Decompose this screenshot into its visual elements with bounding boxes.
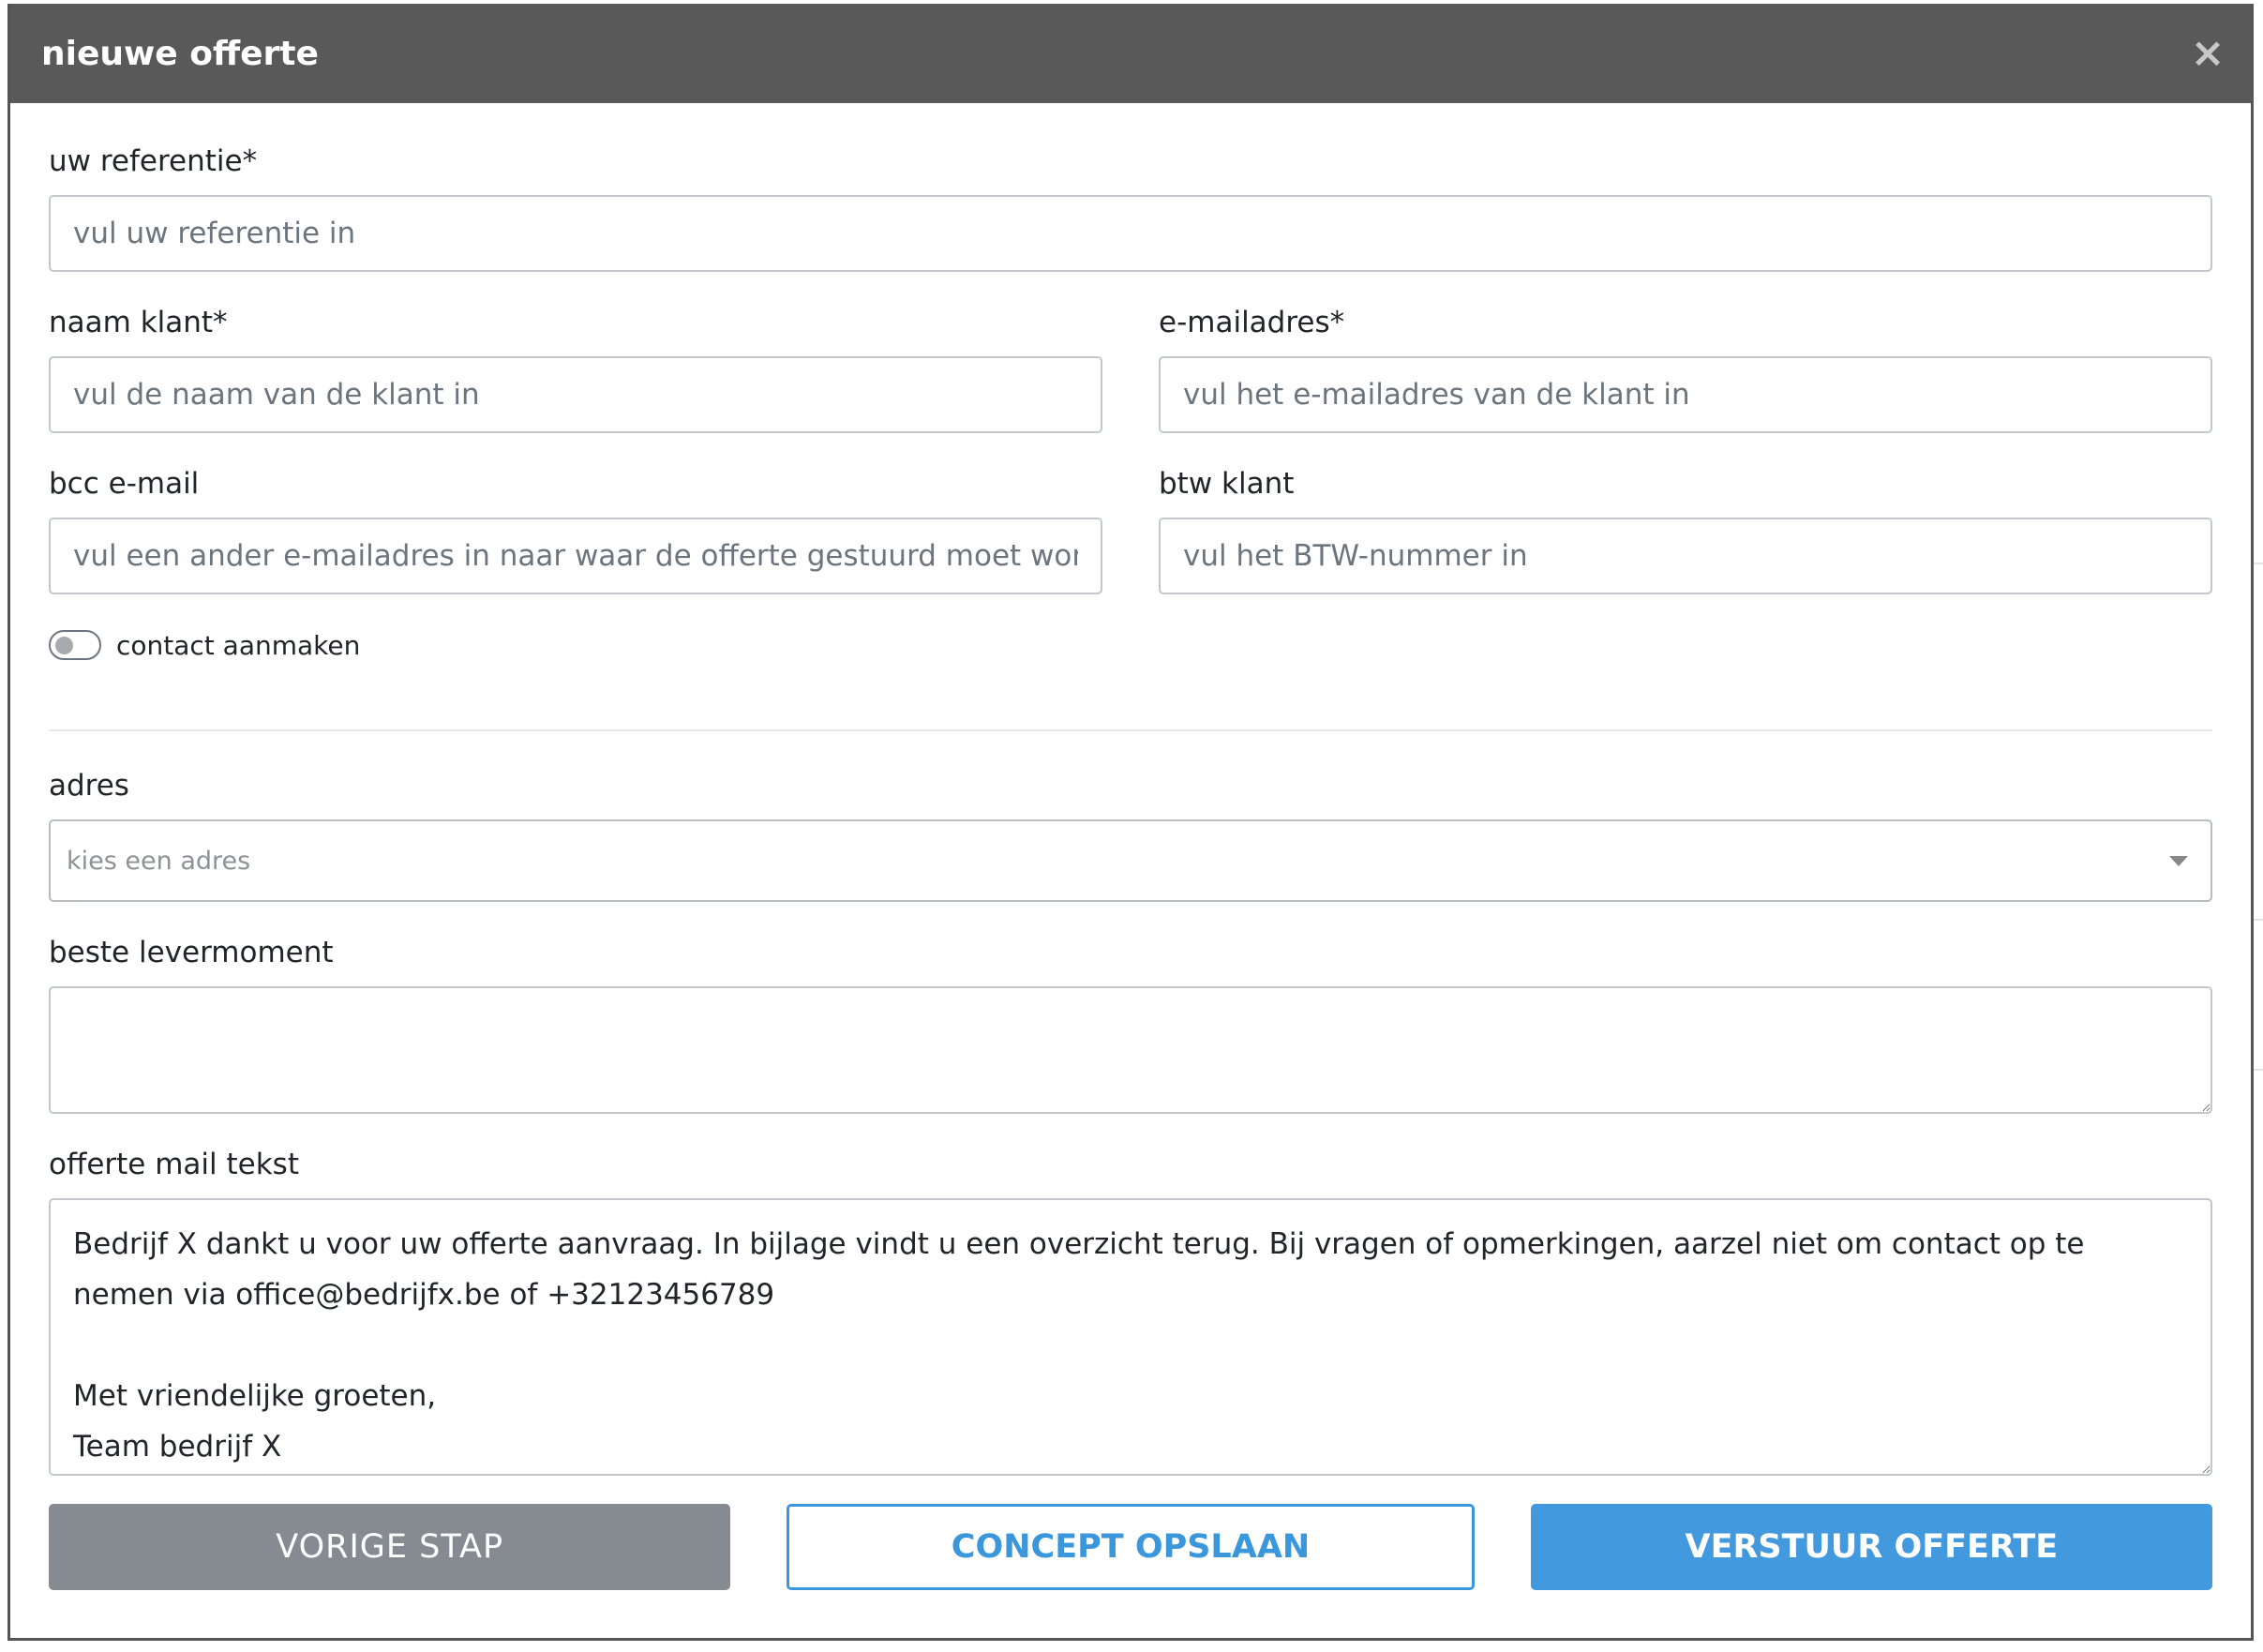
chevron-down-icon (2169, 855, 2188, 866)
new-quote-modal: nieuwe offerte × uw referentie* naam kla… (7, 4, 2254, 1641)
address-field: adres kies een adres (49, 769, 2212, 902)
mail-text-field: offerte mail tekst Bedrijf X dankt u voo… (49, 1148, 2212, 1476)
address-select-placeholder: kies een adres (67, 846, 251, 876)
toggle-knob (55, 637, 73, 654)
customer-name-input[interactable] (49, 356, 1102, 433)
background-edge (2254, 563, 2263, 564)
address-label: adres (49, 769, 129, 803)
delivery-moment-label: beste levermoment (49, 936, 334, 969)
create-contact-toggle[interactable] (49, 630, 101, 660)
customer-row: naam klant* e-mailadres* (49, 306, 2212, 467)
bcc-email-field: bcc e-mail (49, 467, 1102, 594)
modal-header: nieuwe offerte × (10, 4, 2251, 103)
section-divider (49, 729, 2212, 731)
email-label: e-mailadres* (1159, 306, 1345, 339)
vat-field: btw klant (1159, 467, 2212, 594)
customer-name-label: naam klant* (49, 306, 228, 339)
bcc-email-input[interactable] (49, 518, 1102, 594)
modal-actions: VORIGE STAP CONCEPT OPSLAAN VERSTUUR OFF… (49, 1504, 2212, 1590)
create-contact-label: contact aanmaken (116, 629, 361, 661)
mail-text-label: offerte mail tekst (49, 1148, 299, 1181)
bcc-vat-row: bcc e-mail btw klant (49, 467, 2212, 628)
create-contact-row: contact aanmaken (49, 626, 2212, 664)
email-field: e-mailadres* (1159, 306, 2212, 433)
previous-step-button[interactable]: VORIGE STAP (49, 1504, 731, 1590)
mail-text-textarea[interactable]: Bedrijf X dankt u voor uw offerte aanvra… (49, 1198, 2212, 1476)
save-concept-button[interactable]: CONCEPT OPSLAAN (787, 1504, 1475, 1590)
email-input[interactable] (1159, 356, 2212, 433)
background-edge (2254, 919, 2263, 921)
delivery-moment-field: beste levermoment (49, 936, 2212, 1114)
background-edge (2254, 1069, 2263, 1071)
reference-label: uw referentie* (49, 144, 258, 178)
delivery-moment-textarea[interactable] (49, 986, 2212, 1114)
address-select[interactable]: kies een adres (49, 819, 2212, 902)
modal-body: uw referentie* naam klant* e-mailadres* … (10, 103, 2251, 1590)
send-quote-button[interactable]: VERSTUUR OFFERTE (1530, 1504, 2212, 1590)
bcc-email-label: bcc e-mail (49, 467, 200, 501)
customer-name-field: naam klant* (49, 306, 1102, 433)
reference-input[interactable] (49, 195, 2212, 272)
vat-input[interactable] (1159, 518, 2212, 594)
reference-field: uw referentie* (49, 144, 2212, 272)
modal-title: nieuwe offerte (41, 34, 319, 73)
vat-label: btw klant (1159, 467, 1295, 501)
close-icon[interactable]: × (2185, 31, 2230, 76)
